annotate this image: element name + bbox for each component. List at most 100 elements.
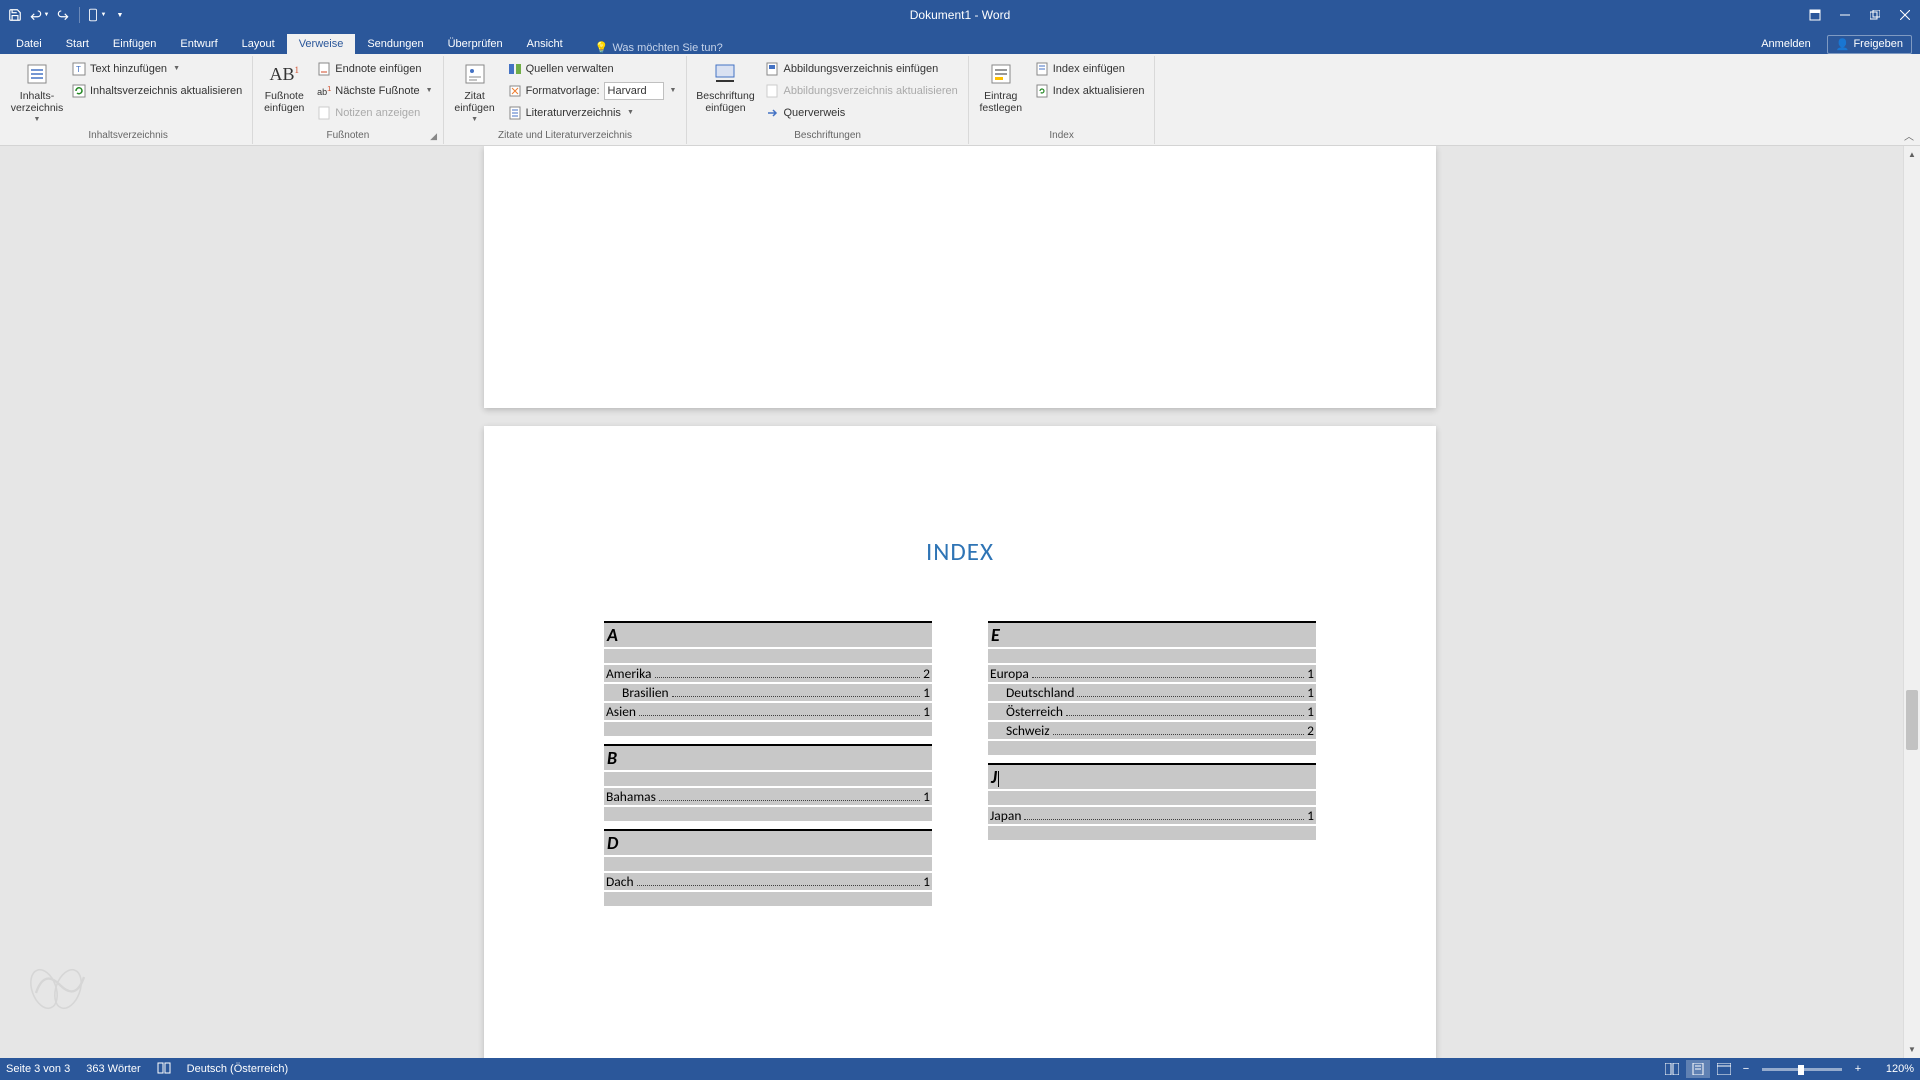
update-index-icon: [1035, 84, 1049, 98]
index-entry: Bahamas1: [604, 788, 932, 805]
tab-einfuegen[interactable]: Einfügen: [101, 34, 168, 54]
document-area: INDEX AAmerika2Brasilien1Asien1BBahamas1…: [0, 146, 1920, 1058]
index-entry: Dach1: [604, 873, 932, 890]
collapse-ribbon-icon[interactable]: ︿: [1904, 128, 1914, 143]
tab-verweise[interactable]: Verweise: [287, 34, 356, 54]
ribbon-content: Inhalts- verzeichnis ▼ TText hinzufügen▼…: [0, 54, 1920, 146]
scroll-up-icon[interactable]: ▲: [1904, 146, 1920, 163]
index-letter: D: [604, 829, 932, 855]
insert-footnote-button[interactable]: AB1 Fußnote einfügen: [259, 58, 309, 114]
insert-caption-button[interactable]: Beschriftung einfügen: [693, 58, 757, 114]
add-text-icon: T: [72, 62, 86, 76]
group-label-toc: Inhaltsverzeichnis: [10, 128, 246, 144]
next-footnote-button[interactable]: ab1Nächste Fußnote▼: [313, 80, 436, 101]
crossref-icon: [765, 106, 779, 120]
index-column-left: AAmerika2Brasilien1Asien1BBahamas1DDach1: [604, 621, 932, 906]
undo-icon[interactable]: ▼: [28, 4, 50, 26]
update-figures-icon: [765, 84, 779, 98]
group-label-footnotes: Fußnoten◢: [259, 128, 436, 144]
tab-sendungen[interactable]: Sendungen: [355, 34, 435, 54]
index-entry: Brasilien1: [604, 684, 932, 701]
status-bar: Seite 3 von 3 363 Wörter Deutsch (Österr…: [0, 1058, 1920, 1080]
tab-entwurf[interactable]: Entwurf: [168, 34, 229, 54]
show-notes-icon: [317, 106, 331, 120]
insert-citation-button[interactable]: Zitat einfügen ▼: [450, 58, 500, 124]
footnote-icon: AB1: [270, 60, 298, 88]
insert-index-icon: [1035, 62, 1049, 76]
index-entry: Asien1: [604, 703, 932, 720]
zoom-slider-knob[interactable]: [1798, 1065, 1804, 1075]
zoom-in-button[interactable]: +: [1850, 1063, 1866, 1075]
manage-sources-icon: [508, 62, 522, 76]
index-column-right: EEuropa1Deutschland1Österreich1Schweiz2J…: [988, 621, 1316, 906]
sign-in-link[interactable]: Anmelden: [1749, 34, 1823, 54]
index-entry: Deutschland1: [988, 684, 1316, 701]
page-previous[interactable]: [484, 146, 1436, 408]
group-index: Eintrag festlegen Index einfügen Index a…: [969, 56, 1156, 144]
index-entry: Schweiz2: [988, 722, 1316, 739]
ribbon-tabs: Datei Start Einfügen Entwurf Layout Verw…: [0, 30, 1920, 54]
print-layout-icon[interactable]: [1686, 1060, 1710, 1078]
read-mode-icon[interactable]: [1660, 1060, 1684, 1078]
vertical-scrollbar[interactable]: ▲ ▼: [1903, 146, 1920, 1058]
index-letter: J: [988, 763, 1316, 789]
ribbon-right-controls: Anmelden 👤 Freigeben: [1749, 34, 1912, 54]
tab-start[interactable]: Start: [54, 34, 101, 54]
status-words[interactable]: 363 Wörter: [86, 1063, 140, 1075]
save-icon[interactable]: [4, 4, 26, 26]
redo-icon[interactable]: [52, 4, 74, 26]
status-language[interactable]: Deutsch (Österreich): [187, 1063, 288, 1075]
bibliography-button[interactable]: Literaturverzeichnis▼: [504, 102, 681, 123]
footnotes-dialog-launcher[interactable]: ◢: [429, 131, 439, 141]
touch-mode-icon[interactable]: ▼: [85, 4, 107, 26]
scroll-down-icon[interactable]: ▼: [1904, 1041, 1920, 1058]
status-proofing[interactable]: [157, 1062, 171, 1077]
mark-entry-button[interactable]: Eintrag festlegen: [975, 58, 1027, 114]
minimize-icon[interactable]: [1830, 0, 1860, 30]
close-icon[interactable]: [1890, 0, 1920, 30]
update-index-button[interactable]: Index aktualisieren: [1031, 80, 1149, 101]
ribbon-display-icon[interactable]: [1800, 0, 1830, 30]
show-notes-button: Notizen anzeigen: [313, 102, 436, 123]
svg-text:T: T: [76, 65, 81, 74]
qat-customize-icon[interactable]: ▼: [109, 4, 131, 26]
tab-layout[interactable]: Layout: [230, 34, 287, 54]
share-button[interactable]: 👤 Freigeben: [1827, 35, 1912, 54]
zoom-level[interactable]: 120%: [1872, 1063, 1914, 1075]
toc-button[interactable]: Inhalts- verzeichnis ▼: [10, 58, 64, 124]
page-current[interactable]: INDEX AAmerika2Brasilien1Asien1BBahamas1…: [484, 426, 1436, 1058]
document-title: Dokument1 - Word: [910, 8, 1010, 22]
web-layout-icon[interactable]: [1712, 1060, 1736, 1078]
group-citations: Zitat einfügen ▼ Quellen verwalten Forma…: [444, 56, 688, 144]
insert-endnote-button[interactable]: Endnote einfügen: [313, 58, 436, 79]
next-footnote-icon: ab1: [317, 84, 331, 98]
status-page[interactable]: Seite 3 von 3: [6, 1063, 70, 1075]
citation-style-select[interactable]: Formatvorlage: Harvard▼: [504, 80, 681, 101]
restore-icon[interactable]: [1860, 0, 1890, 30]
endnote-icon: [317, 62, 331, 76]
lightbulb-icon: 💡: [595, 41, 609, 54]
figures-icon: [765, 62, 779, 76]
quick-access-toolbar: ▼ ▼ ▼: [0, 4, 131, 26]
add-text-button[interactable]: TText hinzufügen▼: [68, 58, 246, 79]
group-footnotes: AB1 Fußnote einfügen Endnote einfügen ab…: [253, 56, 443, 144]
tab-datei[interactable]: Datei: [4, 34, 54, 54]
bibliography-icon: [508, 106, 522, 120]
manage-sources-button[interactable]: Quellen verwalten: [504, 58, 681, 79]
share-icon: 👤: [1836, 38, 1850, 51]
tab-ansicht[interactable]: Ansicht: [515, 34, 575, 54]
crossref-button[interactable]: Querverweis: [761, 102, 961, 123]
scroll-thumb[interactable]: [1906, 690, 1918, 750]
scroll-track[interactable]: [1904, 163, 1920, 1041]
tab-ueberpruefen[interactable]: Überprüfen: [436, 34, 515, 54]
update-figures-button: Abbildungsverzeichnis aktualisieren: [761, 80, 961, 101]
update-toc-button[interactable]: Inhaltsverzeichnis aktualisieren: [68, 80, 246, 101]
tell-me-search[interactable]: 💡 Was möchten Sie tun?: [595, 41, 723, 54]
insert-index-button[interactable]: Index einfügen: [1031, 58, 1149, 79]
group-label-index: Index: [975, 128, 1149, 144]
zoom-out-button[interactable]: −: [1738, 1063, 1754, 1075]
insert-figures-button[interactable]: Abbildungsverzeichnis einfügen: [761, 58, 961, 79]
index-heading: INDEX: [604, 536, 1316, 567]
index-entry: Amerika2: [604, 665, 932, 682]
zoom-slider[interactable]: [1762, 1068, 1842, 1071]
